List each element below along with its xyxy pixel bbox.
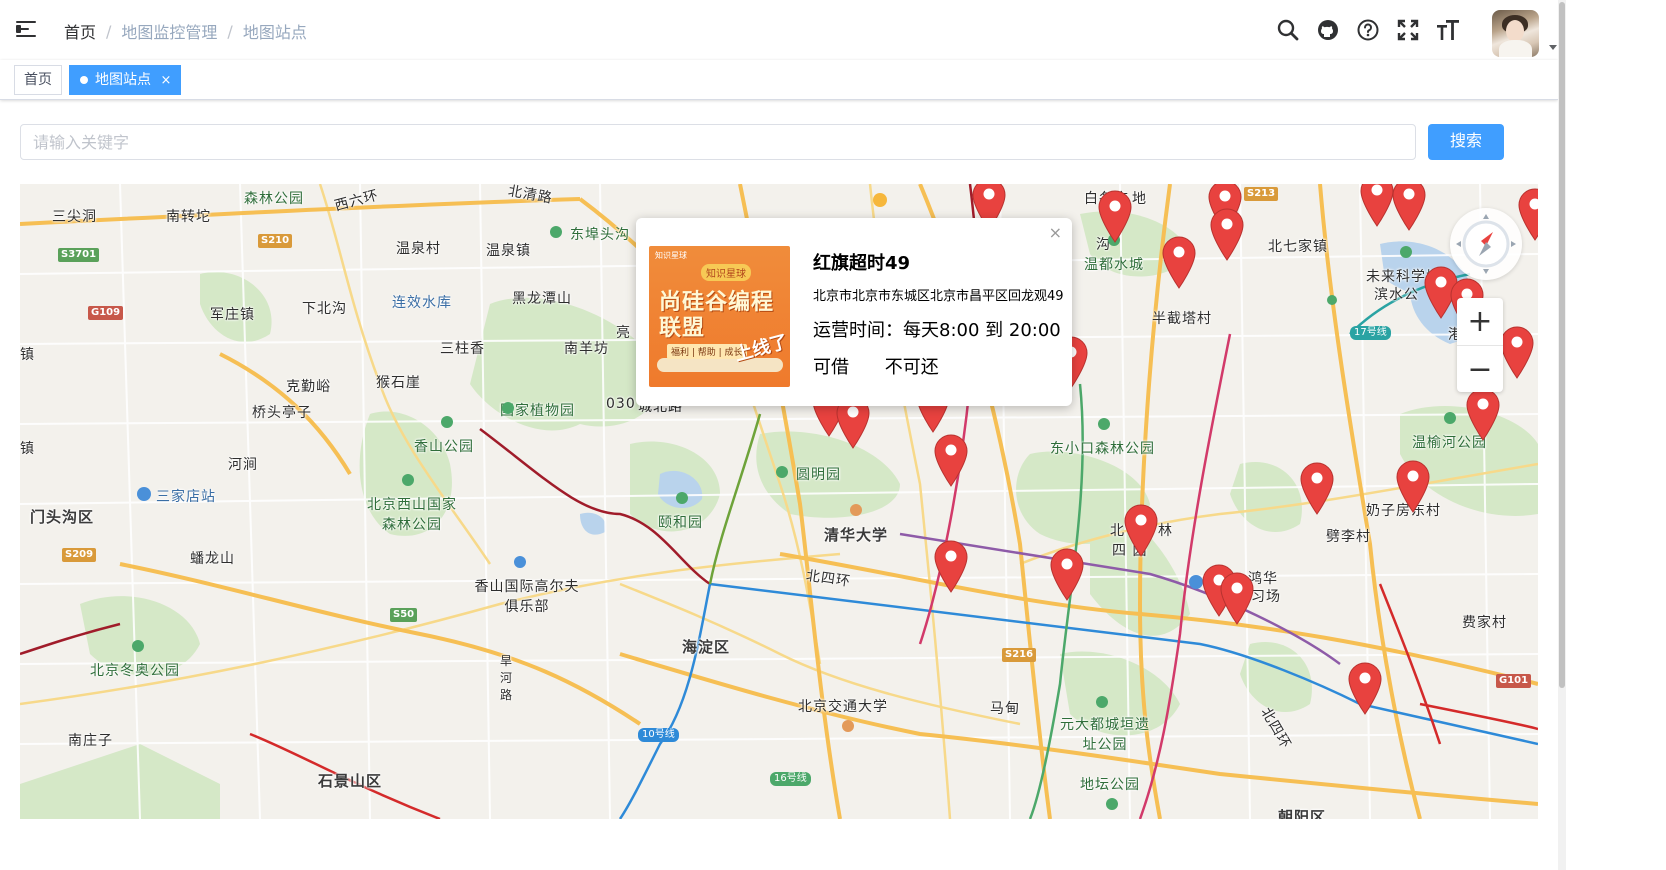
map-pin-icon [1210, 208, 1244, 261]
compass-control[interactable] [1450, 208, 1522, 280]
user-avatar-dropdown[interactable] [1492, 5, 1558, 57]
map-pin-icon [1162, 236, 1196, 289]
page-scrollbar[interactable] [1558, 0, 1566, 870]
station-marker[interactable] [1464, 386, 1502, 442]
search-icon[interactable] [1276, 18, 1300, 42]
station-marker[interactable] [932, 538, 970, 594]
breadcrumb-separator: / [227, 21, 233, 41]
station-info-window: × 知识星球 知识星球 尚硅谷编程联盟 福利 | 帮助 | 成长 上线了 红旗超… [636, 218, 1072, 406]
station-hours: 运营时间：每天8:00 到 20:00 [813, 320, 1061, 341]
map-pin-icon [1500, 326, 1534, 379]
active-dot-icon [80, 76, 88, 84]
map-pin-icon [934, 540, 968, 593]
map-pin-icon [1050, 548, 1084, 601]
breadcrumb-separator: / [106, 21, 112, 41]
map-pin-icon [1124, 504, 1158, 557]
map-pin-icon [1220, 572, 1254, 625]
map-pin-icon [934, 434, 968, 487]
zoom-out-button[interactable]: − [1457, 345, 1503, 392]
station-marker[interactable] [1298, 460, 1336, 516]
station-marker[interactable] [1122, 502, 1160, 558]
breadcrumb: 首页 / 地图监控管理 / 地图站点 [64, 19, 307, 43]
text-size-icon[interactable] [1436, 18, 1460, 42]
tag-map-site[interactable]: 地图站点 × [69, 65, 182, 95]
avatar [1492, 10, 1539, 57]
map-pin-icon [1300, 462, 1334, 515]
tag-label: 地图站点 [95, 72, 151, 88]
github-icon[interactable] [1316, 18, 1340, 42]
station-marker[interactable] [1498, 324, 1536, 380]
breadcrumb-map-monitor: 地图监控管理 [121, 23, 218, 42]
station-marker[interactable] [1208, 206, 1246, 262]
station-marker[interactable] [1218, 570, 1256, 626]
question-icon[interactable] [1356, 18, 1380, 42]
scrollbar-thumb[interactable] [1559, 2, 1565, 688]
map-pin-icon [1466, 388, 1500, 441]
station-marker[interactable] [932, 432, 970, 488]
breadcrumb-home[interactable]: 首页 [64, 19, 96, 43]
fullscreen-icon[interactable] [1396, 18, 1420, 42]
navbar: 首页 / 地图监控管理 / 地图站点 [0, 0, 1558, 60]
image-caption: 知识星球 [655, 251, 687, 260]
zoom-in-button[interactable]: + [1457, 298, 1503, 345]
borrow-status: 可借 [813, 357, 849, 378]
zoom-control: + − [1457, 298, 1503, 392]
close-icon[interactable]: × [160, 67, 171, 95]
search-button[interactable]: 搜索 [1428, 124, 1504, 160]
tag-home[interactable]: 首页 [14, 65, 62, 95]
right-menu [1276, 0, 1558, 60]
station-marker[interactable] [1160, 234, 1198, 290]
station-address: 北京市北京市东城区北京市昌平区回龙观49 [813, 289, 1064, 304]
map-pin-icon [1396, 460, 1430, 513]
station-title: 红旗超时49 [813, 253, 911, 274]
close-icon[interactable]: × [1049, 223, 1062, 242]
station-marker[interactable] [1096, 188, 1134, 244]
tags-view: 首页 地图站点 × [0, 60, 1558, 100]
map-pin-icon [1348, 662, 1382, 715]
caret-down-icon [1549, 45, 1557, 50]
map-pin-icon [1098, 190, 1132, 243]
station-marker[interactable] [1394, 458, 1432, 514]
image-badge: 知识星球 [701, 264, 751, 281]
hamburger-menu-icon[interactable] [16, 20, 36, 38]
keyword-search-input[interactable] [20, 124, 1416, 160]
station-status: 可借 不可还 [813, 353, 939, 379]
station-marker[interactable] [1346, 660, 1384, 716]
station-marker[interactable] [1390, 184, 1428, 232]
breadcrumb-map-site: 地图站点 [242, 23, 307, 42]
station-marker[interactable] [1048, 546, 1086, 602]
map-pin-icon [1392, 184, 1426, 231]
station-image: 知识星球 知识星球 尚硅谷编程联盟 福利 | 帮助 | 成长 上线了 [649, 246, 790, 387]
return-status: 不可还 [884, 357, 939, 378]
